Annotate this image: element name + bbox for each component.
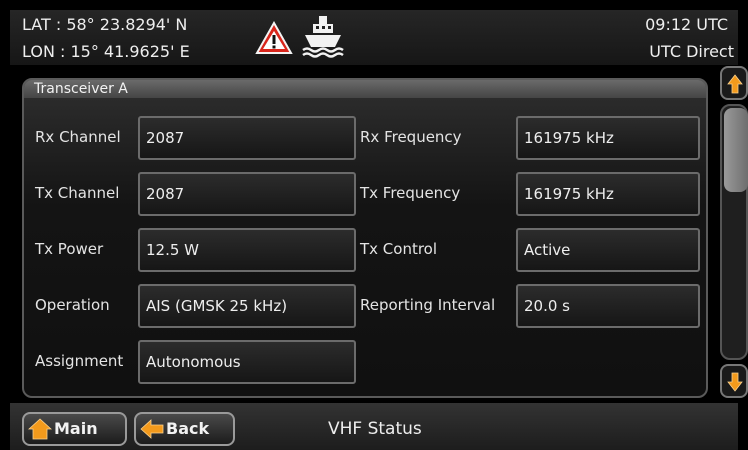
scroll-up-button[interactable] xyxy=(720,66,748,100)
tx-control-label: Tx Control xyxy=(360,240,438,258)
operation-label: Operation xyxy=(35,296,110,314)
tx-frequency-value: 161975 kHz xyxy=(516,172,700,216)
home-icon xyxy=(28,418,52,440)
rx-frequency-label: Rx Frequency xyxy=(360,128,462,146)
tx-power-value: 12.5 W xyxy=(138,228,356,272)
screen-title: VHF Status xyxy=(328,419,422,439)
tx-power-label: Tx Power xyxy=(35,240,104,258)
transceiver-panel: Transceiver A Rx Channel 2087 Rx Frequen… xyxy=(22,78,708,398)
assignment-label: Assignment xyxy=(35,352,124,370)
back-button[interactable]: Back xyxy=(134,412,235,446)
time-source: UTC Direct xyxy=(649,42,734,61)
arrow-up-icon xyxy=(727,74,743,94)
scrollbar-thumb[interactable] xyxy=(724,108,748,192)
rx-channel-label: Rx Channel xyxy=(35,128,121,146)
back-arrow-icon xyxy=(140,419,164,439)
main-button-label: Main xyxy=(54,419,98,438)
tx-control-value: Active xyxy=(516,228,700,272)
status-header: LAT : 58° 23.8294' N LON : 15° 41.9625' … xyxy=(10,10,738,65)
warning-icon[interactable] xyxy=(255,21,293,55)
scroll-down-button[interactable] xyxy=(720,364,748,398)
utc-clock: 09:12 UTC xyxy=(645,15,728,34)
rx-frequency-value: 161975 kHz xyxy=(516,116,700,160)
longitude-readout: LON : 15° 41.9625' E xyxy=(22,42,190,61)
footer-bar: Main Back VHF Status xyxy=(10,403,738,450)
back-button-label: Back xyxy=(166,419,210,438)
arrow-down-icon xyxy=(727,372,743,392)
rx-channel-value: 2087 xyxy=(138,116,356,160)
panel-title-bar: Transceiver A xyxy=(24,80,706,98)
assignment-value: Autonomous xyxy=(138,340,356,384)
operation-value: AIS (GMSK 25 kHz) xyxy=(138,284,356,328)
reporting-interval-label: Reporting Interval xyxy=(360,296,496,314)
latitude-readout: LAT : 58° 23.8294' N xyxy=(22,15,188,34)
main-button[interactable]: Main xyxy=(22,412,127,446)
tx-channel-value: 2087 xyxy=(138,172,356,216)
tx-frequency-label: Tx Frequency xyxy=(360,184,461,202)
reporting-interval-value: 20.0 s xyxy=(516,284,700,328)
tx-channel-label: Tx Channel xyxy=(35,184,120,202)
panel-title: Transceiver A xyxy=(34,81,128,97)
ship-icon xyxy=(302,16,344,58)
